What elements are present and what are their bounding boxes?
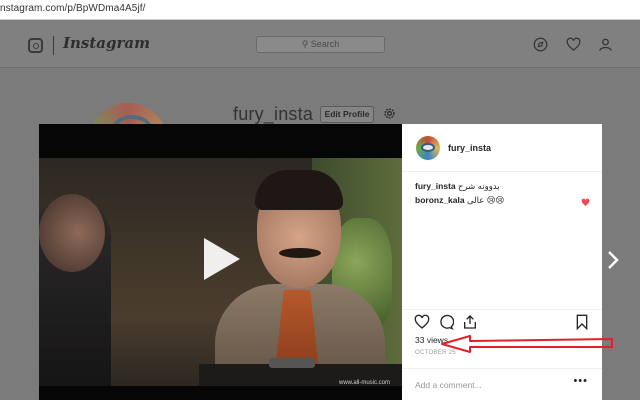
- bookmark-icon[interactable]: [574, 314, 590, 331]
- edit-profile-button[interactable]: Edit Profile: [320, 106, 374, 123]
- annotation-arrow: [440, 333, 615, 355]
- add-comment-area: Add a comment... •••: [402, 368, 602, 400]
- gear-icon[interactable]: [382, 106, 397, 121]
- search-input[interactable]: ⚲ Search: [256, 36, 385, 53]
- search-placeholder: Search: [310, 39, 340, 49]
- scene-hair: [255, 170, 343, 210]
- share-icon[interactable]: [462, 314, 478, 330]
- scene-head-left: [39, 194, 105, 272]
- comment-input[interactable]: Add a comment...: [415, 380, 482, 390]
- video-watermark: www.all-music.com: [339, 380, 391, 386]
- search-icon: ⚲: [301, 39, 311, 49]
- instagram-camera-icon[interactable]: [28, 38, 43, 53]
- user-icon[interactable]: [598, 37, 613, 52]
- chevron-right-icon[interactable]: [607, 250, 619, 270]
- url-text[interactable]: nstagram.com/p/BpWDma4A5jf/: [0, 3, 146, 14]
- comment-like-icon[interactable]: [581, 194, 590, 206]
- instagram-logo[interactable]: Instagram: [63, 34, 150, 52]
- scene-mustache: [279, 248, 321, 258]
- comment-user[interactable]: fury_insta: [415, 181, 456, 191]
- post-header: fury_insta: [402, 124, 602, 172]
- comment-bubble-icon[interactable]: [438, 314, 455, 330]
- post-modal: www.all-music.com fury_insta fury_insta …: [39, 124, 602, 400]
- comment-text: بدوونه شرح: [458, 181, 500, 191]
- post-avatar[interactable]: [416, 136, 440, 160]
- comment-item: boronz_kala عالی 😢😢: [415, 195, 504, 206]
- compass-icon[interactable]: [533, 37, 548, 52]
- like-heart-icon[interactable]: [414, 314, 430, 330]
- more-options-icon[interactable]: •••: [573, 375, 588, 387]
- comment-item: fury_insta بدوونه شرح: [415, 181, 500, 192]
- play-icon[interactable]: [202, 236, 242, 282]
- heart-icon[interactable]: [566, 37, 581, 52]
- comment-text: عالی 😢😢: [466, 195, 505, 205]
- video-player[interactable]: www.all-music.com: [39, 124, 402, 400]
- comment-user[interactable]: boronz_kala: [415, 195, 465, 205]
- post-side-panel: fury_insta fury_insta بدوونه شرح boronz_…: [402, 124, 602, 400]
- profile-username: fury_insta: [233, 104, 314, 124]
- post-username[interactable]: fury_insta: [448, 143, 491, 153]
- browser-address-bar[interactable]: nstagram.com/p/BpWDma4A5jf/: [0, 0, 640, 20]
- scene-microphone: [269, 358, 315, 368]
- logo-divider: [53, 36, 54, 55]
